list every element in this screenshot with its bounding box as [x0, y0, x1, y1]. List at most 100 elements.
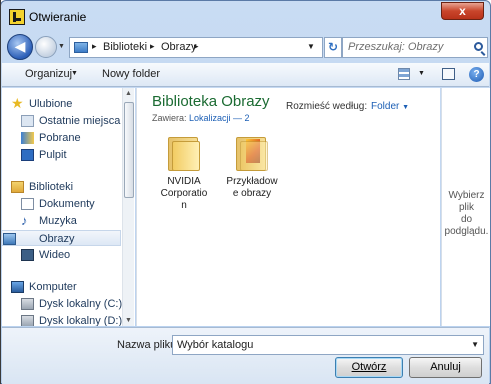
bottom-bar: Nazwa pliku: Wybór katalogu ▼ Otwórz Anu…	[2, 327, 489, 384]
music-note-icon: ♪	[21, 213, 28, 228]
pictures-icon	[3, 233, 16, 245]
preview-pane: Wybierz plik do podglądu.	[441, 88, 490, 326]
window-title: Otwieranie	[29, 10, 87, 24]
preview-message-line: Wybierz plik	[448, 190, 485, 213]
nav-item-music[interactable]: ♪ Muzyka	[21, 213, 77, 229]
chevron-down-icon[interactable]: ▼	[402, 104, 409, 111]
nav-item-label: Muzyka	[39, 215, 77, 227]
breadcrumb-separator-icon[interactable]: ▸	[150, 41, 155, 52]
arrange-by-label: Rozmieść według:	[286, 101, 368, 112]
search-input[interactable]: Przeszukaj: Obrazy	[348, 41, 443, 53]
desktop-icon	[21, 149, 34, 161]
app-icon	[9, 9, 25, 25]
contains-label: Zawiera:	[152, 113, 187, 123]
scroll-up-icon[interactable]: ▲	[125, 90, 132, 97]
chevron-down-icon[interactable]: ▼	[71, 70, 78, 77]
navigation-pane: ★ Ulubione Ostatnie miejsca Pobrane Pulp…	[2, 88, 135, 326]
nav-item-desktop[interactable]: Pulpit	[21, 147, 67, 163]
folder-name-line: Corporatio	[160, 188, 208, 199]
nav-item-downloads[interactable]: Pobrane	[21, 130, 81, 146]
folder-name-line: n	[181, 200, 187, 211]
hard-drive-icon	[21, 315, 34, 326]
close-button[interactable]: x	[441, 2, 484, 20]
breadcrumb-obrazy[interactable]: Obrazy	[161, 41, 196, 53]
new-folder-button[interactable]: Nowy folder	[102, 68, 160, 80]
computer-icon	[11, 281, 24, 293]
libraries-icon	[11, 181, 24, 193]
nav-item-drive-c[interactable]: Dysk lokalny (C:)	[21, 296, 123, 312]
help-icon[interactable]: ?	[469, 67, 484, 82]
nav-item-label: Wideo	[39, 249, 71, 261]
title-bar: Otwieranie x	[1, 1, 490, 29]
scrollbar-thumb[interactable]	[124, 102, 134, 198]
nav-item-recent-places[interactable]: Ostatnie miejsca	[21, 113, 121, 129]
scroll-down-icon[interactable]: ▼	[125, 317, 132, 324]
library-locations: Zawiera: Lokalizacji — 2	[152, 113, 250, 123]
organize-button[interactable]: Organizuj	[25, 68, 72, 80]
nav-item-pictures[interactable]: Obrazy	[2, 230, 121, 246]
nav-item-videos[interactable]: Wideo	[21, 247, 71, 263]
star-icon: ★	[11, 95, 24, 111]
nav-scrollbar[interactable]: ▲ ▼	[122, 88, 134, 326]
folder-name-line: NVIDIA	[167, 176, 201, 187]
open-button[interactable]: Otwórz	[335, 357, 403, 378]
folder-item-nvidia[interactable]: NVIDIA Corporatio n	[154, 135, 214, 212]
documents-icon	[21, 198, 34, 210]
nav-item-label: Pulpit	[39, 149, 67, 161]
arrange-by-dropdown[interactable]: Folder ▼	[371, 101, 409, 112]
screen-edge	[0, 0, 1, 384]
nav-item-label: Obrazy	[39, 233, 75, 245]
refresh-button[interactable]: ↻	[324, 37, 342, 58]
nav-item-drive-d[interactable]: Dysk lokalny (D:)	[21, 313, 122, 326]
nav-item-favorites[interactable]: ★ Ulubione	[11, 95, 73, 112]
back-button[interactable]: ◀	[7, 34, 33, 60]
search-box[interactable]: Przeszukaj: Obrazy	[342, 37, 488, 58]
open-button-label: Otwórz	[351, 361, 387, 373]
search-icon[interactable]	[474, 42, 483, 51]
recent-locations-dropdown-icon[interactable]: ▼	[58, 43, 65, 50]
filename-dropdown-icon[interactable]: ▼	[471, 340, 479, 349]
arrange-by-value[interactable]: Folder	[371, 101, 399, 112]
folder-name-line: Przykładow	[226, 176, 278, 187]
cancel-button[interactable]: Anuluj	[409, 357, 482, 378]
nav-item-libraries[interactable]: Biblioteki	[11, 179, 74, 195]
navigation-row: ◀ ▼ ▸ Biblioteki ▸ Obrazy ▸ ▼ ↻ Przeszuk…	[1, 33, 490, 61]
address-bar[interactable]: ▸ Biblioteki ▸ Obrazy ▸ ▼	[69, 37, 323, 58]
nav-item-label: Dokumenty	[39, 198, 95, 210]
nav-item-label: Ulubione	[29, 98, 73, 110]
preview-message-line: do	[460, 214, 473, 225]
change-view-icon[interactable]	[398, 68, 410, 80]
folder-name-line: e obrazy	[232, 188, 272, 199]
command-toolbar: Organizuj ▼ Nowy folder ▼ ?	[2, 63, 489, 87]
breadcrumb-separator-icon[interactable]: ▸	[92, 41, 97, 52]
address-dropdown-icon[interactable]: ▼	[307, 42, 315, 51]
library-folder-icon	[74, 42, 88, 53]
view-options-chevron-icon[interactable]: ▼	[418, 70, 425, 77]
breadcrumb-biblioteki[interactable]: Biblioteki	[103, 41, 147, 53]
cancel-button-label: Anuluj	[430, 361, 461, 373]
nav-item-label: Komputer	[29, 281, 77, 293]
preview-message: Wybierz plik do podglądu.	[442, 190, 491, 238]
folder-with-photo-icon	[236, 135, 268, 171]
preview-pane-icon[interactable]	[442, 68, 455, 80]
nav-item-computer[interactable]: Komputer	[11, 279, 77, 295]
filename-input[interactable]: Wybór katalogu	[177, 339, 253, 351]
nav-item-label: Dysk lokalny (C:)	[39, 298, 123, 310]
locations-link[interactable]: Lokalizacji — 2	[189, 113, 250, 123]
folder-icon	[168, 135, 200, 171]
nav-item-label: Biblioteki	[29, 181, 74, 193]
file-list-pane: Biblioteka Obrazy Zawiera: Lokalizacji —…	[136, 88, 440, 326]
open-file-dialog: Otwieranie x ◀ ▼ ▸ Biblioteki ▸ Obrazy ▸…	[0, 0, 491, 384]
filename-label: Nazwa pliku:	[117, 339, 180, 351]
breadcrumb-separator-icon[interactable]: ▸	[194, 41, 199, 52]
filename-field[interactable]: Wybór katalogu ▼	[172, 335, 484, 355]
videos-icon	[21, 249, 34, 261]
nav-item-label: Ostatnie miejsca	[39, 115, 121, 127]
nav-item-label: Pobrane	[39, 132, 81, 144]
folder-item-sample-pictures[interactable]: Przykładow e obrazy	[222, 135, 282, 200]
nav-item-documents[interactable]: Dokumenty	[21, 196, 95, 212]
hard-drive-icon	[21, 298, 34, 310]
recent-places-icon	[21, 115, 34, 127]
forward-button[interactable]	[35, 36, 57, 58]
preview-message-line: podglądu.	[444, 226, 489, 237]
